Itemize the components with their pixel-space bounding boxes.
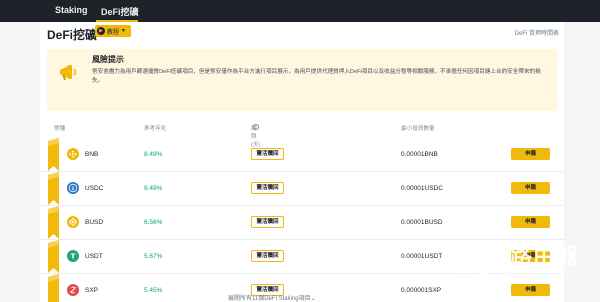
table-row: $ USDC 9.49% 靈活贖回 0.00001USDC 申購 [40,172,564,206]
flexible-redeem-button[interactable]: 靈活贖回 [251,182,284,194]
hot-ribbon-icon [48,274,59,302]
nav-defi-mining[interactable]: DeFi挖礦 [101,5,139,18]
min-amount: 0.00001USDT [401,253,443,260]
hot-ribbon-icon [48,206,59,239]
nav-staking[interactable]: Staking [55,5,88,15]
table-header: 幣種 參考年化 期限 (天) i 最小投資數量 [40,124,564,148]
subscribe-button[interactable]: 申購 [511,148,550,160]
hot-ribbon-icon [48,138,59,171]
subscribe-button[interactable]: 申購 [511,182,550,194]
usdc-coin-icon: $ [67,182,79,194]
header-apy: 參考年化 [144,126,167,132]
hot-ribbon-icon [48,240,59,273]
staking-schedule-link[interactable]: DeFi 質押時間表 [515,28,559,37]
coin-name: BNB [85,151,99,158]
header-min-amount: 最小投資數量 [401,126,435,132]
svg-text:$: $ [71,186,74,192]
tutorial-button[interactable]: ▶ 教程 ▼ [95,25,131,37]
coin-name: SXP [85,287,99,294]
min-amount: 0.00001BNB [401,151,438,158]
hot-ribbon-icon [48,172,59,205]
flexible-redeem-button[interactable]: 靈活贖回 [251,250,284,262]
watermark-url: luyouqi.com [511,268,565,277]
busd-coin-icon [67,216,79,228]
risk-title: 風險提示 [92,55,124,64]
play-icon: ▶ [97,27,105,35]
usdt-coin-icon: T [67,250,79,262]
coin-name: USDC [85,185,104,192]
coin-name: USDT [85,253,103,260]
bnb-coin-icon [67,148,79,160]
apy-value: 5.67% [144,253,163,260]
min-amount: 0.00001BUSD [401,219,443,226]
router-logo-icon [461,242,509,290]
expand-all-projects-link[interactable]: 展開所有11個DeFi Staking項目⌄ [228,293,316,302]
watermark: 路由器 luyouqi.com [458,226,600,302]
table-row: BNB 8.49% 靈活贖回 0.00001BNB 申購 [40,138,564,172]
page-title: DeFi挖礦 [47,28,98,42]
svg-text:T: T [71,253,76,261]
apy-value: 6.56% [144,219,163,226]
header-coin: 幣種 [54,126,66,132]
top-navigation: Staking DeFi挖礦 [0,0,600,22]
flexible-redeem-button[interactable]: 靈活贖回 [251,148,284,160]
apy-value: 9.49% [144,185,163,192]
tutorial-label: 教程 [107,29,120,36]
sxp-coin-icon [67,284,79,296]
megaphone-icon [60,65,77,80]
apy-value: 8.49% [144,151,163,158]
info-icon[interactable]: i [253,124,259,130]
risk-description: 幣安會盡力為用戶篩選優質DeFi挖礦項目，但是幣安僅作為平台方進行項目展示，為用… [92,69,541,84]
coin-name: BUSD [85,219,104,226]
chevron-down-icon: ▼ [121,28,126,34]
min-amount: 0.000001SXP [401,287,442,294]
flexible-redeem-button[interactable]: 靈活贖回 [251,216,284,228]
apy-value: 5.45% [144,287,163,294]
min-amount: 0.00001USDC [401,185,443,192]
watermark-text: 路由器 [510,244,580,269]
risk-warning-box: 風險提示 幣安會盡力為用戶篩選優質DeFi挖礦項目，但是幣安僅作為平台方進行項目… [47,49,557,111]
